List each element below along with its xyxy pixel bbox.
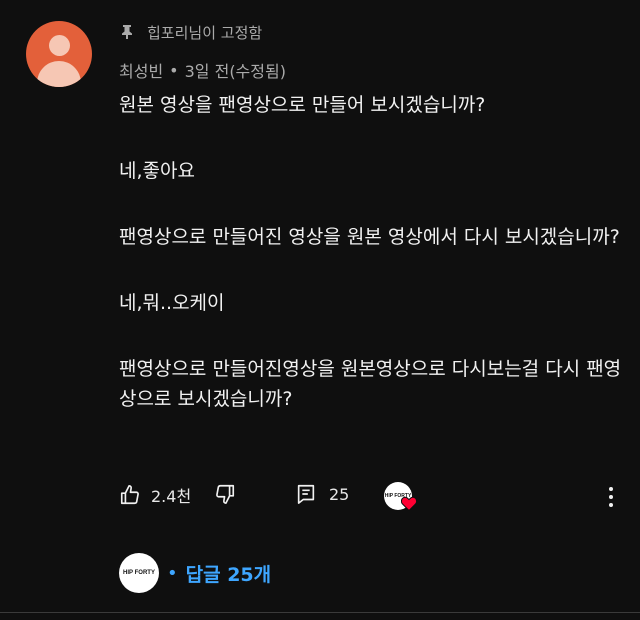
pinned-label: 힙포리님이 고정함	[147, 23, 263, 42]
more-dot	[609, 487, 613, 491]
comment-paragraph: 네,뭐..오케이	[119, 292, 225, 314]
meta-separator: •	[169, 60, 179, 80]
comment-paragraph: 팬영상으로 만들어진 영상을 원본 영상에서 다시 보시겠습니까?	[119, 226, 620, 248]
reply-button[interactable]: 25	[295, 483, 349, 505]
author-name[interactable]: 최성빈	[119, 58, 163, 82]
more-dot	[609, 495, 613, 499]
comment-icon	[297, 484, 315, 504]
thumbs-up-icon	[120, 485, 139, 505]
more-dot	[609, 503, 613, 507]
author-avatar[interactable]	[26, 21, 92, 87]
more-options-button[interactable]	[601, 484, 621, 510]
thumbs-down-icon	[216, 484, 235, 504]
comment-paragraph: 팬영상으로 만들어진영상을 원본영상으로 다시보는걸 다시 팬영상으로 보시겠습…	[119, 358, 622, 410]
view-replies-button[interactable]: HIP FORTY • 답글 25개	[119, 553, 271, 593]
comment-meta: 최성빈 • 3일 전(수정됨)	[119, 58, 286, 82]
replies-label: 답글 25개	[185, 563, 272, 586]
avatar-head	[49, 35, 70, 56]
like-count: 2.4천	[151, 487, 192, 506]
comment-paragraph: 네,좋아요	[119, 160, 195, 182]
heart-icon	[401, 496, 417, 511]
like-button[interactable]: 2.4천	[119, 483, 191, 507]
reply-count: 25	[329, 484, 350, 504]
channel-logo: HIP FORTY	[119, 553, 159, 593]
comment-text: 원본 영상을 팬영상으로 만들어 보시겠습니까? 네,좋아요 팬영상으로 만들어…	[119, 90, 629, 414]
pinned-indicator: 힙포리님이 고정함	[119, 22, 262, 42]
dislike-button[interactable]	[214, 483, 236, 505]
creator-heart-badge: HIP FORTY	[384, 482, 418, 516]
pin-icon	[122, 25, 132, 39]
comment-paragraph: 원본 영상을 팬영상으로 만들어 보시겠습니까?	[119, 94, 486, 116]
comment-actions: 2.4천 25	[119, 481, 619, 511]
avatar-body	[37, 61, 81, 87]
divider	[0, 612, 640, 613]
comment-time[interactable]: 3일 전(수정됨)	[185, 58, 286, 82]
replies-separator: •	[167, 562, 178, 584]
